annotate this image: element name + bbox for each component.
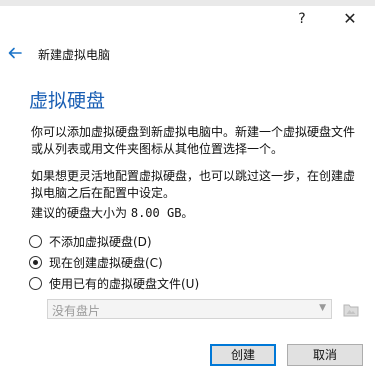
help-button[interactable]: ?: [291, 8, 313, 30]
back-arrow-icon[interactable]: [7, 45, 23, 61]
title-bar: ? ✕: [0, 6, 375, 32]
chevron-down-icon: ▼: [319, 303, 326, 313]
radio-no-disk[interactable]: [29, 234, 42, 248]
page-heading: 虚拟硬盘: [29, 90, 106, 112]
description-paragraph-1: 你可以添加虚拟硬盘到新虚拟电脑中。新建一个虚拟硬盘文件或从列表或用文件夹图标从其…: [31, 125, 356, 156]
radio-create-disk[interactable]: [29, 255, 42, 269]
recommended-size: 建议的硬盘大小为 8.00 GB。: [31, 204, 193, 221]
size-label: 建议的硬盘大小为: [31, 206, 128, 220]
create-button[interactable]: 创建: [210, 344, 276, 366]
size-suffix: 。: [181, 206, 194, 220]
folder-icon: [343, 304, 359, 317]
option-no-disk[interactable]: 不添加虚拟硬盘(D): [29, 232, 152, 250]
size-value: 8.00 GB: [130, 206, 182, 220]
radio-existing-disk[interactable]: [29, 276, 42, 290]
option-label: 现在创建虚拟硬盘(C): [49, 255, 163, 270]
cancel-button[interactable]: 取消: [287, 344, 363, 366]
disk-select-value: 没有盘片: [52, 304, 101, 318]
wizard-title: 新建虚拟电脑: [38, 48, 111, 62]
close-button[interactable]: ✕: [339, 8, 361, 30]
option-existing-disk[interactable]: 使用已有的虚拟硬盘文件(U): [29, 274, 199, 292]
existing-disk-select: 没有盘片 ▼: [47, 299, 332, 319]
description-paragraph-2: 如果想更灵活地配置虚拟硬盘，也可以跳过这一步，在创建虚拟电脑之后在配置中设定。: [31, 169, 356, 200]
option-label: 使用已有的虚拟硬盘文件(U): [49, 276, 200, 291]
option-label: 不添加虚拟硬盘(D): [49, 234, 152, 249]
option-create-disk[interactable]: 现在创建虚拟硬盘(C): [29, 253, 163, 271]
